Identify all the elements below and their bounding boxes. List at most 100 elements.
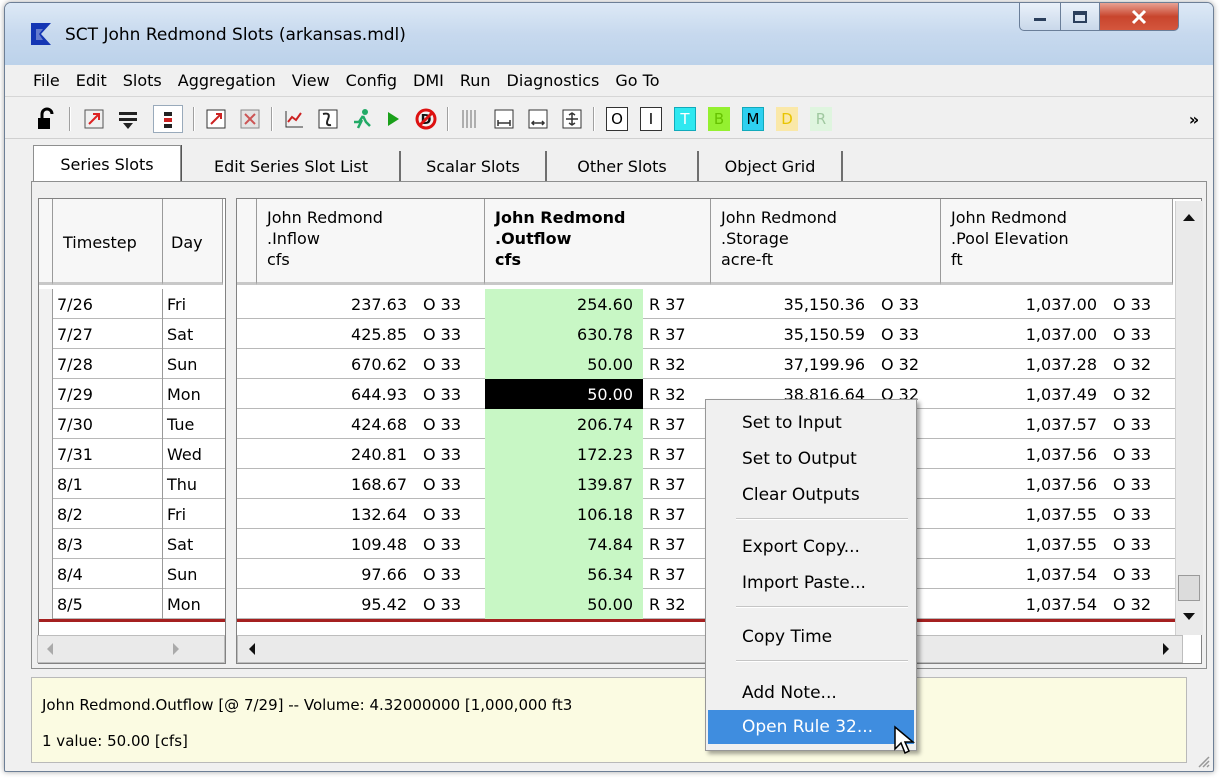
inflow-value-cell[interactable]: 95.42 (257, 589, 417, 619)
flag-i-button[interactable]: I (637, 105, 665, 133)
tab-other-slots[interactable]: Other Slots (547, 151, 699, 181)
menu-item-set-to-input[interactable]: Set to Input (708, 406, 914, 440)
scroll-right-arrow-icon[interactable] (1156, 636, 1176, 662)
pool-elevation-value-cell[interactable]: 1,037.00 (941, 289, 1107, 319)
col-header-pool-elevation[interactable]: John Redmond .Pool Elevation ft (941, 199, 1173, 285)
day-cell[interactable]: Wed (163, 439, 223, 469)
pool-elevation-value-cell[interactable]: 1,037.56 (941, 439, 1107, 469)
day-cell[interactable]: Sat (163, 319, 223, 349)
row-handle[interactable] (39, 559, 53, 589)
close-button[interactable] (1099, 3, 1179, 31)
menu-run[interactable]: Run (460, 71, 491, 90)
menu-item-open-rule[interactable]: Open Rule 32... (708, 710, 914, 744)
outflow-value-cell[interactable]: 50.00 (485, 349, 643, 379)
day-cell[interactable]: Thu (163, 469, 223, 499)
day-cell[interactable]: Tue (163, 409, 223, 439)
day-cell[interactable]: Fri (163, 289, 223, 319)
narrow-column-button[interactable] (491, 105, 517, 133)
scroll-up-arrow-icon[interactable] (1176, 205, 1202, 231)
timestep-cell[interactable]: 8/5 (53, 589, 163, 619)
menu-item-copy-time[interactable]: Copy Time (708, 620, 914, 654)
flag-t-button[interactable]: T (671, 105, 699, 133)
col-header-storage[interactable]: John Redmond .Storage acre-ft (711, 199, 941, 285)
day-cell[interactable]: Sun (163, 559, 223, 589)
tab-object-grid[interactable]: Object Grid (699, 151, 843, 181)
timestep-header[interactable]: Timestep (53, 199, 163, 285)
tab-scalar-slots[interactable]: Scalar Slots (401, 151, 547, 181)
vertical-scroll-thumb[interactable] (1178, 575, 1200, 601)
scroll-down-arrow-icon[interactable] (1176, 603, 1202, 629)
menu-view[interactable]: View (292, 71, 330, 90)
selected-outflow-cell[interactable]: 50.00 (485, 379, 643, 409)
tab-series-slots[interactable]: Series Slots (33, 145, 181, 182)
day-cell[interactable]: Sat (163, 529, 223, 559)
day-cell[interactable]: Mon (163, 589, 223, 619)
row-handle[interactable] (39, 589, 53, 619)
outflow-value-cell[interactable]: 56.34 (485, 559, 643, 589)
toolbar-overflow-button[interactable]: » (1183, 105, 1205, 133)
day-cell[interactable]: Mon (163, 379, 223, 409)
row-handle[interactable] (39, 379, 53, 409)
day-cell[interactable]: Fri (163, 499, 223, 529)
flag-b-button[interactable]: B (705, 105, 733, 133)
open-window-button[interactable] (203, 105, 229, 133)
menu-item-set-to-output[interactable]: Set to Output (708, 442, 914, 476)
timestep-cell[interactable]: 8/2 (53, 499, 163, 529)
timestep-cell[interactable]: 8/3 (53, 529, 163, 559)
timestep-cell[interactable]: 7/27 (53, 319, 163, 349)
outflow-value-cell[interactable]: 50.00 (485, 589, 643, 619)
row-handle[interactable] (39, 439, 53, 469)
inflow-value-cell[interactable]: 132.64 (257, 499, 417, 529)
row-handle[interactable] (39, 529, 53, 559)
outflow-value-cell[interactable]: 254.60 (485, 289, 643, 319)
timestep-cell[interactable]: 7/26 (53, 289, 163, 319)
row-handle[interactable] (39, 469, 53, 499)
run-person-button[interactable] (349, 105, 375, 133)
timestep-cell[interactable]: 8/1 (53, 469, 163, 499)
flag-d-button[interactable]: D (773, 105, 801, 133)
maximize-button[interactable] (1060, 3, 1100, 31)
resize-grip-icon[interactable] (1195, 753, 1211, 769)
menu-edit[interactable]: Edit (76, 71, 107, 90)
menu-item-import-paste[interactable]: Import Paste... (708, 566, 914, 600)
outflow-value-cell[interactable]: 139.87 (485, 469, 643, 499)
outflow-value-cell[interactable]: 630.78 (485, 319, 643, 349)
inflow-value-cell[interactable]: 425.85 (257, 319, 417, 349)
inflow-value-cell[interactable]: 237.63 (257, 289, 417, 319)
outflow-value-cell[interactable]: 106.18 (485, 499, 643, 529)
scroll-left-arrow-icon[interactable] (40, 636, 60, 662)
row-handle[interactable] (39, 289, 53, 319)
menu-dmi[interactable]: DMI (413, 71, 444, 90)
stats-button[interactable] (315, 105, 341, 133)
column-view-button[interactable] (153, 105, 183, 133)
time-horizontal-scrollbar[interactable] (37, 635, 225, 663)
inflow-value-cell[interactable]: 424.68 (257, 409, 417, 439)
link-button[interactable] (81, 105, 107, 133)
inflow-value-cell[interactable]: 109.48 (257, 529, 417, 559)
menu-diagnostics[interactable]: Diagnostics (507, 71, 600, 90)
storage-value-cell[interactable]: 37,199.96 (711, 349, 875, 379)
day-cell[interactable]: Sun (163, 349, 223, 379)
row-handle[interactable] (39, 499, 53, 529)
widen-column-button[interactable] (525, 105, 551, 133)
timestep-cell[interactable]: 7/31 (53, 439, 163, 469)
menu-item-add-note[interactable]: Add Note... (708, 676, 914, 710)
pool-elevation-value-cell[interactable]: 1,037.54 (941, 559, 1107, 589)
flag-o-button[interactable]: O (603, 105, 631, 133)
row-handle[interactable] (39, 319, 53, 349)
pool-elevation-value-cell[interactable]: 1,037.56 (941, 469, 1107, 499)
inflow-value-cell[interactable]: 644.93 (257, 379, 417, 409)
inflow-value-cell[interactable]: 97.66 (257, 559, 417, 589)
scroll-left-arrow-icon[interactable] (242, 636, 262, 662)
filter-button[interactable] (115, 105, 141, 133)
run-button[interactable] (381, 105, 405, 133)
outflow-value-cell[interactable]: 206.74 (485, 409, 643, 439)
menu-file[interactable]: File (33, 71, 60, 90)
pool-elevation-value-cell[interactable]: 1,037.54 (941, 589, 1107, 619)
close-slot-button[interactable] (237, 105, 263, 133)
pool-elevation-value-cell[interactable]: 1,037.57 (941, 409, 1107, 439)
pool-elevation-value-cell[interactable]: 1,037.49 (941, 379, 1107, 409)
flag-m-button[interactable]: M (739, 105, 767, 133)
title-bar[interactable]: SCT John Redmond Slots (arkansas.mdl) (5, 3, 1213, 65)
flag-r-button[interactable]: R (807, 105, 835, 133)
